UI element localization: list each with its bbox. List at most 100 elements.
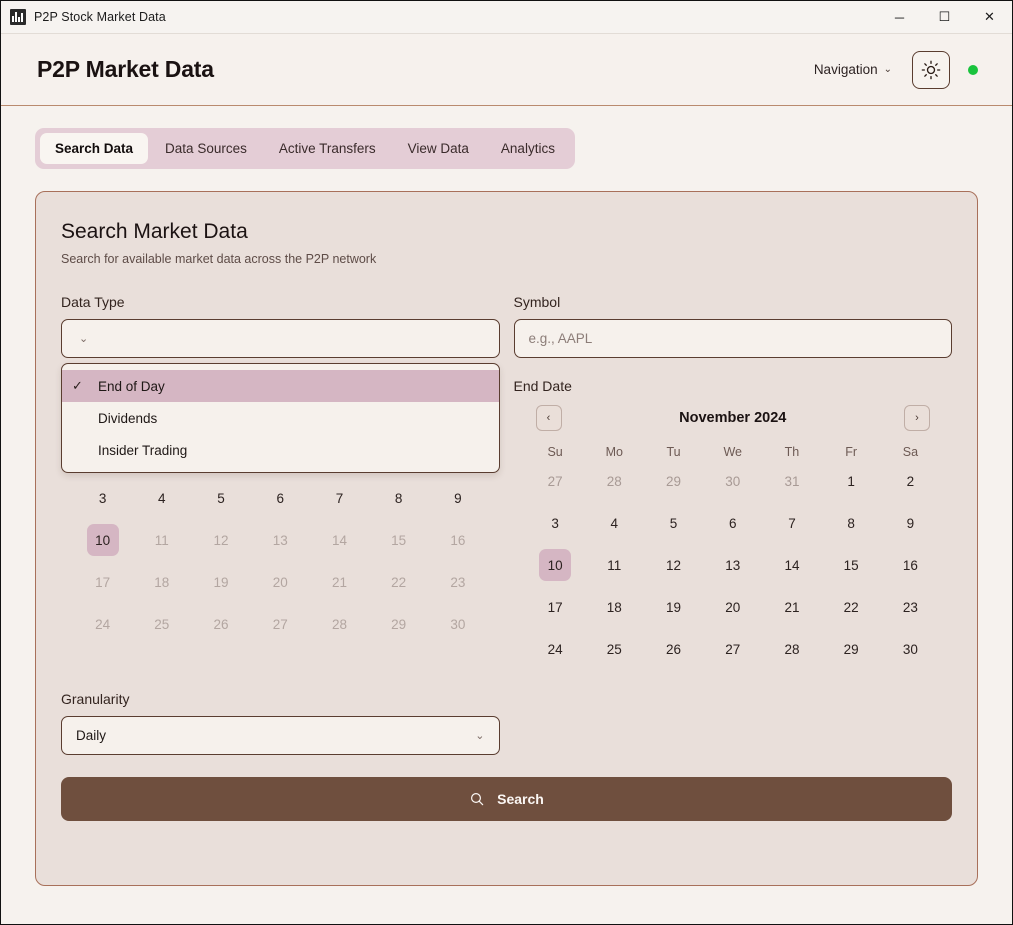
calendar-day[interactable]: 12 <box>644 549 703 581</box>
theme-toggle-button[interactable] <box>912 50 950 89</box>
calendar-day-label: 15 <box>391 532 407 548</box>
maximize-button[interactable]: ☐ <box>922 1 967 33</box>
calendar-day[interactable]: 27 <box>526 465 585 497</box>
calendar-day[interactable]: 14 <box>762 549 821 581</box>
chevron-down-icon: ⌄ <box>883 64 892 75</box>
calendar-day[interactable]: 13 <box>703 549 762 581</box>
calendar-day-label: 7 <box>335 490 344 506</box>
calendar-day-label: 8 <box>847 515 855 531</box>
calendar-day[interactable]: 17 <box>526 591 585 623</box>
granularity-select[interactable]: Daily ⌄ <box>61 716 500 755</box>
calendar-day[interactable]: 2 <box>881 465 940 497</box>
close-button[interactable]: ✕ <box>967 1 1012 33</box>
calendar-day: 16 <box>428 524 487 556</box>
card-subtitle: Search for available market data across … <box>61 252 377 266</box>
calendar-day[interactable]: 22 <box>822 591 881 623</box>
calendar-day-label: 29 <box>843 641 859 657</box>
calendar-day[interactable]: 11 <box>585 549 644 581</box>
calendar-day[interactable]: 15 <box>822 549 881 581</box>
dropdown-option-dividends[interactable]: Dividends <box>62 402 499 434</box>
calendar-day[interactable]: 18 <box>585 591 644 623</box>
calendar-day[interactable]: 3 <box>73 482 132 514</box>
calendar-day: 22 <box>369 566 428 598</box>
calendar-day-label: 18 <box>154 574 170 590</box>
end-prev-month-button[interactable]: ‹ <box>535 405 562 431</box>
calendar-day-label: 9 <box>906 515 915 531</box>
calendar-day[interactable]: 30 <box>881 633 940 665</box>
dropdown-option-end-of-day[interactable]: ✓ End of Day <box>62 370 499 402</box>
navigation-menu[interactable]: Navigation ⌄ <box>814 62 892 77</box>
calendar-day[interactable]: 9 <box>428 482 487 514</box>
end-next-month-button[interactable]: › <box>903 405 930 431</box>
dropdown-option-label: Dividends <box>98 410 158 426</box>
calendar-day[interactable]: 9 <box>881 507 940 539</box>
end-calendar-month: November 2024 <box>679 410 787 426</box>
tab-active-transfers[interactable]: Active Transfers <box>264 133 391 164</box>
data-type-wrapper: ⌄ ✓ End of Day Dividends Insider Trading <box>61 319 500 473</box>
calendar-day[interactable]: 29 <box>822 633 881 665</box>
calendar-day-label: 1 <box>847 473 855 489</box>
minimize-button[interactable]: ─ <box>877 1 922 33</box>
calendar-day[interactable]: 16 <box>881 549 940 581</box>
dropdown-option-label: End of Day <box>98 378 165 394</box>
calendar-day[interactable]: 21 <box>762 591 821 623</box>
calendar-day[interactable]: 27 <box>703 633 762 665</box>
calendar-day-label: 28 <box>606 473 622 489</box>
search-card: Search Market Data Search for available … <box>35 191 978 886</box>
calendar-day-label: 21 <box>784 599 800 615</box>
data-type-dropdown-menu: ✓ End of Day Dividends Insider Trading <box>61 363 500 473</box>
calendar-day: 12 <box>191 524 250 556</box>
tab-view-data[interactable]: View Data <box>393 133 484 164</box>
calendar-day[interactable]: 8 <box>822 507 881 539</box>
calendar-day[interactable]: 30 <box>703 465 762 497</box>
dow-label: Mo <box>605 445 623 459</box>
calendar-day[interactable]: 23 <box>881 591 940 623</box>
dow-label: Tu <box>666 445 681 459</box>
navigation-label: Navigation <box>813 62 878 77</box>
calendar-day[interactable]: 4 <box>585 507 644 539</box>
tab-analytics[interactable]: Analytics <box>486 133 570 164</box>
search-button[interactable]: Search <box>61 777 952 821</box>
calendar-day: 20 <box>251 566 310 598</box>
granularity-value: Daily <box>76 728 107 743</box>
calendar-day[interactable]: 7 <box>762 507 821 539</box>
calendar-day-label: 26 <box>666 641 682 657</box>
calendar-day[interactable]: 5 <box>644 507 703 539</box>
calendar-day: 25 <box>132 608 191 640</box>
calendar-day-label: 23 <box>902 599 918 615</box>
calendar-day-label: 5 <box>217 490 225 506</box>
calendar-day[interactable]: 3 <box>526 507 585 539</box>
search-button-label: Search <box>497 791 544 807</box>
data-type-select[interactable]: ⌄ <box>61 319 500 358</box>
calendar-day[interactable]: 31 <box>762 465 821 497</box>
calendar-day-label: 14 <box>331 532 347 548</box>
calendar-day[interactable]: 1 <box>822 465 881 497</box>
tab-data-sources[interactable]: Data Sources <box>150 133 262 164</box>
calendar-day-label: 16 <box>902 557 918 573</box>
calendar-day[interactable]: 10 <box>526 549 585 581</box>
calendar-day-label: 21 <box>331 574 347 590</box>
calendar-day[interactable]: 28 <box>585 465 644 497</box>
calendar-day[interactable]: 10 <box>73 524 132 556</box>
calendar-day[interactable]: 6 <box>251 482 310 514</box>
calendar-day[interactable]: 29 <box>644 465 703 497</box>
card-title: Search Market Data <box>61 220 248 243</box>
calendar-day[interactable]: 5 <box>191 482 250 514</box>
calendar-day[interactable]: 20 <box>703 591 762 623</box>
calendar-day[interactable]: 7 <box>310 482 369 514</box>
calendar-day[interactable]: 8 <box>369 482 428 514</box>
calendar-day: 26 <box>191 608 250 640</box>
calendar-day[interactable]: 25 <box>585 633 644 665</box>
dropdown-option-insider-trading[interactable]: Insider Trading <box>62 434 499 466</box>
calendar-day: 14 <box>310 524 369 556</box>
calendar-day[interactable]: 6 <box>703 507 762 539</box>
calendar-day[interactable]: 19 <box>644 591 703 623</box>
calendar-day[interactable]: 28 <box>762 633 821 665</box>
calendar-day[interactable]: 4 <box>132 482 191 514</box>
calendar-day[interactable]: 24 <box>526 633 585 665</box>
calendar-day-label: 12 <box>666 557 682 573</box>
calendar-day: 11 <box>132 524 191 556</box>
calendar-day[interactable]: 26 <box>644 633 703 665</box>
tab-search-data[interactable]: Search Data <box>40 133 149 164</box>
symbol-input[interactable]: e.g., AAPL <box>513 319 952 358</box>
